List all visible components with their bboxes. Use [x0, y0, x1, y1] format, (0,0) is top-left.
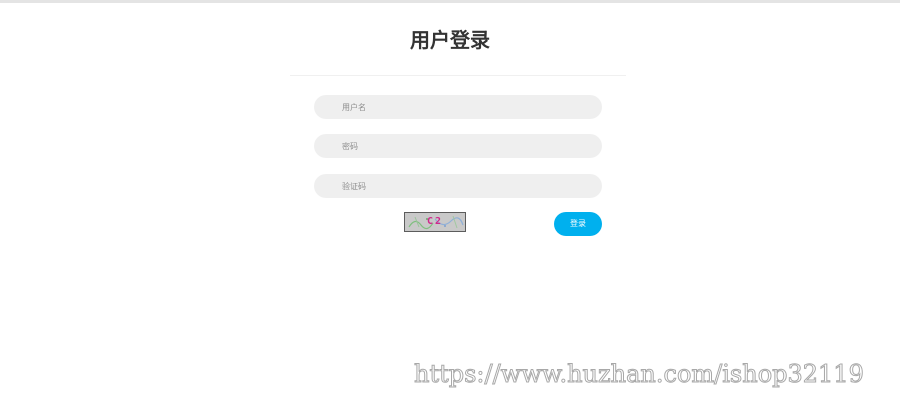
captcha-text: C2 [426, 216, 444, 227]
login-button[interactable]: 登录 [554, 212, 602, 236]
watermark-url: https://www.huzhan.com/ishop32119 [414, 360, 865, 389]
top-border [0, 0, 900, 3]
username-input[interactable] [314, 95, 602, 119]
title-divider [290, 75, 626, 76]
password-input[interactable] [314, 134, 602, 158]
captcha-input[interactable] [314, 174, 602, 198]
page-title: 用户登录 [410, 28, 490, 52]
captcha-image[interactable]: C2 [404, 212, 466, 232]
